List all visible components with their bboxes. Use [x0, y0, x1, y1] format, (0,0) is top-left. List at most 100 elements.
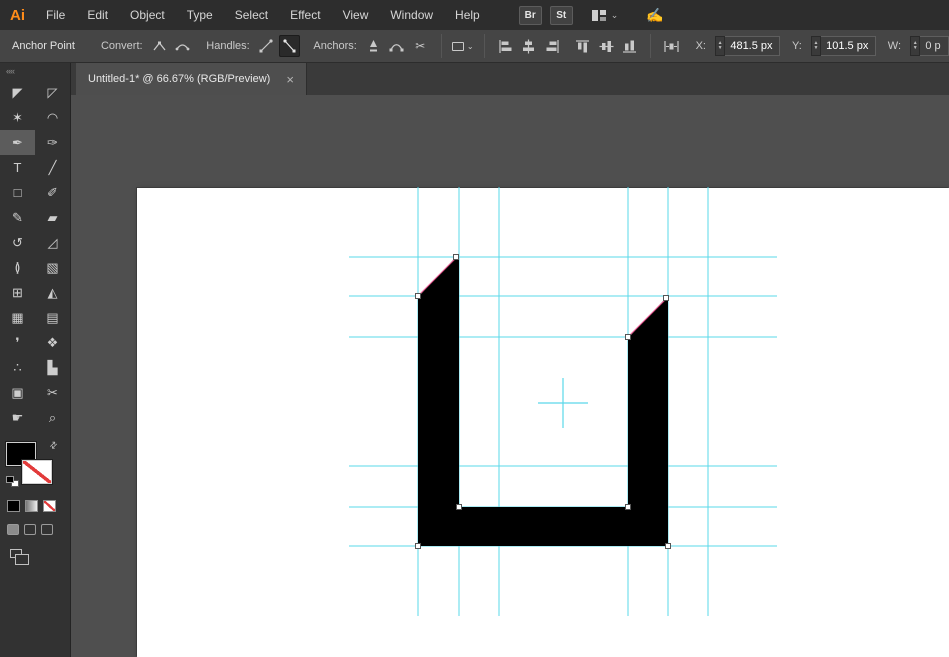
- x-stepper[interactable]: ▲ ▼: [715, 36, 725, 56]
- letter-shape-path[interactable]: [418, 257, 668, 546]
- eyedropper-tool[interactable]: ❜: [0, 330, 35, 355]
- lasso-tool[interactable]: ◠: [35, 105, 70, 130]
- shape-builder-tool[interactable]: ⊞: [0, 280, 35, 305]
- anchor-point[interactable]: [416, 294, 421, 299]
- touch-workspace-icon[interactable]: ✍: [646, 7, 663, 24]
- convert-corner-icon: [151, 38, 168, 54]
- panel-title: Anchor Point: [12, 40, 75, 52]
- distribute-spacing-button[interactable]: [661, 35, 682, 57]
- document-tab[interactable]: Untitled-1* @ 66.67% (RGB/Preview) ×: [76, 63, 307, 95]
- anchor-point[interactable]: [626, 505, 631, 510]
- show-handles-button[interactable]: [256, 35, 277, 57]
- control-bar: Anchor Point Convert: Handles:: [0, 30, 949, 63]
- convert-to-corner-button[interactable]: [149, 35, 170, 57]
- align-vertical-center-button[interactable]: [595, 35, 616, 57]
- menu-item-file[interactable]: File: [35, 4, 76, 26]
- align-horizontal-left-button[interactable]: [495, 35, 516, 57]
- gradient-button[interactable]: [25, 500, 38, 512]
- anchor-point[interactable]: [666, 544, 671, 549]
- menu-item-object[interactable]: Object: [119, 4, 176, 26]
- selection-tool[interactable]: ◤: [0, 80, 35, 105]
- anchor-point[interactable]: [457, 505, 462, 510]
- close-icon[interactable]: ×: [286, 72, 294, 87]
- direct-selection-tool-icon: ◸: [48, 85, 58, 101]
- artboard-tool[interactable]: ▣: [0, 380, 35, 405]
- menu-item-type[interactable]: Type: [176, 4, 224, 26]
- default-fill-stroke-icon[interactable]: [6, 476, 20, 488]
- lasso-tool-icon: ◠: [47, 110, 58, 126]
- document-tab-title: Untitled-1* @ 66.67% (RGB/Preview): [88, 73, 270, 85]
- connect-endpoints-button[interactable]: [386, 35, 407, 57]
- eraser-tool[interactable]: ▰: [35, 205, 70, 230]
- menu-item-effect[interactable]: Effect: [279, 4, 331, 26]
- stepper-down-icon[interactable]: ▼: [718, 46, 723, 51]
- blend-tool[interactable]: ❖: [35, 330, 70, 355]
- y-input[interactable]: 101.5 px: [821, 36, 876, 56]
- hand-tool[interactable]: ☛: [0, 405, 35, 430]
- mesh-tool[interactable]: ▦: [0, 305, 35, 330]
- workspace-switcher-button[interactable]: ⌄: [591, 9, 619, 22]
- perspective-grid-tool[interactable]: ◭: [35, 280, 70, 305]
- menu-item-view[interactable]: View: [332, 4, 380, 26]
- free-transform-tool[interactable]: ▧: [35, 255, 70, 280]
- remove-anchor-button[interactable]: [363, 35, 384, 57]
- bridge-button[interactable]: Br: [519, 6, 542, 25]
- draw-inside-icon[interactable]: [41, 524, 53, 535]
- menu-item-select[interactable]: Select: [224, 4, 279, 26]
- anchor-point[interactable]: [664, 296, 669, 301]
- menu-items: FileEditObjectTypeSelectEffectViewWindow…: [35, 4, 491, 26]
- transform-menu-button[interactable]: ⌄: [452, 35, 474, 57]
- remove-anchor-icon: [365, 38, 382, 54]
- anchor-point[interactable]: [454, 255, 459, 260]
- scale-tool[interactable]: ◿: [35, 230, 70, 255]
- rectangle-tool[interactable]: □: [0, 180, 35, 205]
- pen-tool[interactable]: ✒: [0, 130, 35, 155]
- shaper-tool[interactable]: ✎: [0, 205, 35, 230]
- screen-mode-icon[interactable]: [10, 549, 22, 558]
- direct-selection-tool[interactable]: ◸: [35, 80, 70, 105]
- menu-item-help[interactable]: Help: [444, 4, 491, 26]
- stepper-down-icon[interactable]: ▼: [813, 46, 818, 51]
- align-vertical-bottom-button[interactable]: [619, 35, 640, 57]
- color-button[interactable]: [7, 500, 20, 512]
- w-input[interactable]: 0 p: [920, 36, 949, 56]
- convert-to-smooth-button[interactable]: [172, 35, 193, 57]
- type-tool[interactable]: T: [0, 155, 35, 180]
- cut-path-button[interactable]: ✂: [410, 35, 431, 57]
- column-graph-tool[interactable]: ▙: [35, 355, 70, 380]
- magic-wand-tool[interactable]: ✶: [0, 105, 35, 130]
- collapse-panel-button[interactable]: ««: [0, 63, 70, 78]
- align-horizontal-center-button[interactable]: [518, 35, 539, 57]
- draw-behind-icon[interactable]: [24, 524, 36, 535]
- align-vertical-top-button[interactable]: [572, 35, 593, 57]
- canvas[interactable]: [71, 95, 949, 657]
- align-horizontal-right-icon: [544, 38, 561, 55]
- app-logo: Ai: [10, 7, 25, 24]
- curvature-tool[interactable]: ✑: [35, 130, 70, 155]
- none-button[interactable]: [43, 500, 56, 512]
- width-tool[interactable]: ≬: [0, 255, 35, 280]
- line-segment-tool[interactable]: ╱: [35, 155, 70, 180]
- paintbrush-tool[interactable]: ✐: [35, 180, 70, 205]
- stepper-down-icon[interactable]: ▼: [913, 46, 918, 51]
- connect-endpoints-icon: [388, 38, 405, 54]
- y-stepper[interactable]: ▲ ▼: [811, 36, 821, 56]
- stroke-color-swatch[interactable]: [22, 460, 52, 484]
- draw-normal-icon[interactable]: [7, 524, 19, 535]
- zoom-tool[interactable]: ⌕: [35, 405, 70, 430]
- anchor-point[interactable]: [416, 544, 421, 549]
- w-stepper[interactable]: ▲ ▼: [910, 36, 920, 56]
- rotate-tool[interactable]: ↺: [0, 230, 35, 255]
- hide-handles-button[interactable]: [279, 35, 300, 57]
- slice-tool[interactable]: ✂: [35, 380, 70, 405]
- stock-button[interactable]: St: [550, 6, 573, 25]
- symbol-sprayer-tool[interactable]: ∴: [0, 355, 35, 380]
- swap-fill-stroke-icon[interactable]: ⇄: [47, 439, 60, 452]
- gradient-tool[interactable]: ▤: [35, 305, 70, 330]
- x-input[interactable]: 481.5 px: [725, 36, 780, 56]
- menu-item-window[interactable]: Window: [379, 4, 444, 26]
- anchor-point[interactable]: [626, 335, 631, 340]
- distribute-spacing-icon: [663, 38, 680, 55]
- menu-item-edit[interactable]: Edit: [76, 4, 119, 26]
- align-horizontal-right-button[interactable]: [541, 35, 562, 57]
